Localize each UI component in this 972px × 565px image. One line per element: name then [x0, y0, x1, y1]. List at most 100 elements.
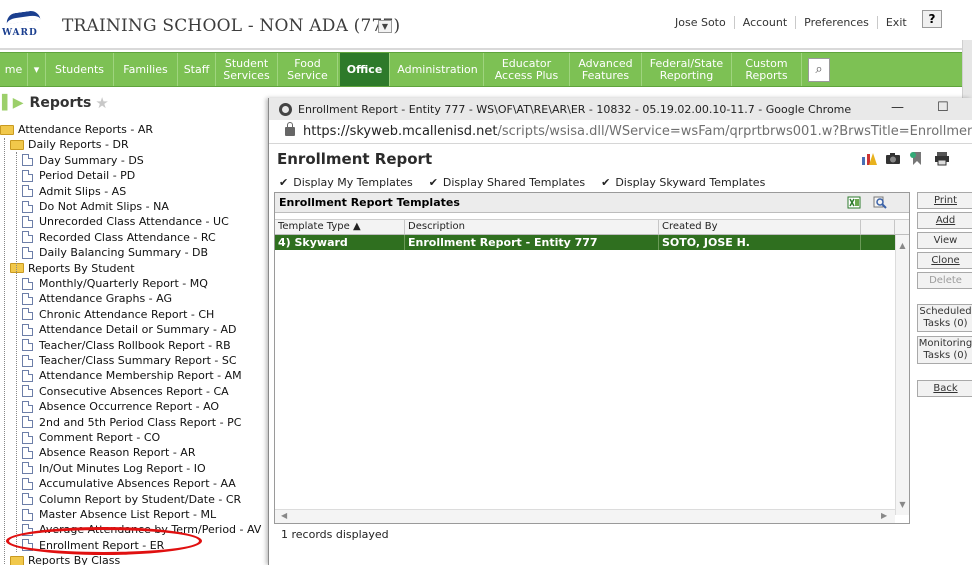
- tree-report-item[interactable]: Master Absence List Report - ML: [22, 507, 216, 522]
- tree-folder[interactable]: Reports By Student: [10, 261, 135, 276]
- camera-icon[interactable]: [885, 151, 901, 166]
- document-icon: [22, 369, 33, 382]
- tree-report-item[interactable]: Comment Report - CO: [22, 430, 160, 445]
- tree-report-item[interactable]: Attendance Membership Report - AM: [22, 368, 242, 383]
- print-icon[interactable]: [934, 151, 950, 166]
- tree-report-item[interactable]: Chronic Attendance Report - CH: [22, 307, 214, 322]
- nav-families[interactable]: Families: [114, 53, 178, 86]
- tree-report-item[interactable]: Do Not Admit Slips - NA: [22, 199, 169, 214]
- school-title[interactable]: TRAINING SCHOOL - NON ADA (777): [62, 16, 400, 36]
- table-row[interactable]: 4) Skyward Enrollment Report - Entity 77…: [275, 235, 895, 250]
- display-skyward-templates-checkbox[interactable]: ✔ Display Skyward Templates: [601, 176, 765, 189]
- tree-item-label: Admit Slips - AS: [39, 184, 127, 198]
- window-title: Enrollment Report - Entity 777 - WS\OF\A…: [298, 102, 852, 116]
- grid-vertical-scrollbar[interactable]: ▲ ▼: [895, 235, 909, 515]
- display-my-templates-checkbox[interactable]: ✔ Display My Templates: [279, 176, 413, 189]
- help-button[interactable]: ?: [922, 10, 942, 28]
- col-description-header[interactable]: Description: [405, 220, 659, 234]
- nav-educator-access-plus[interactable]: Educator Access Plus: [484, 53, 570, 86]
- nav-advanced-features[interactable]: Advanced Features: [570, 53, 642, 86]
- tree-folder[interactable]: Daily Reports - DR: [10, 137, 129, 152]
- user-name-link[interactable]: Jose Soto: [667, 16, 734, 29]
- tree-report-item[interactable]: Recorded Class Attendance - RC: [22, 230, 216, 245]
- nav-students[interactable]: Students: [46, 53, 114, 86]
- maximize-button[interactable]: ☐: [937, 100, 949, 115]
- tree-report-item[interactable]: Admit Slips - AS: [22, 184, 126, 199]
- tree-report-item[interactable]: Absence Reason Report - AR: [22, 445, 195, 460]
- document-icon: [22, 185, 33, 198]
- arrow-right-icon: ▌▶: [2, 95, 24, 111]
- tree-report-item[interactable]: Consecutive Absences Report - CA: [22, 384, 229, 399]
- tree-report-item[interactable]: Period Detail - PD: [22, 168, 135, 183]
- reports-title-text: Reports: [29, 95, 92, 111]
- tree-item-label: Reports By Class: [28, 554, 121, 565]
- checkbox-label: Display Skyward Templates: [615, 175, 766, 189]
- tree-report-item[interactable]: Day Summary - DS: [22, 153, 144, 168]
- chrome-icon: [279, 102, 292, 116]
- scroll-down-icon[interactable]: ▼: [896, 500, 909, 509]
- grid-horizontal-scrollbar[interactable]: ◀ ▶: [275, 509, 895, 523]
- col-template-type-header[interactable]: Template Type ▲: [275, 220, 405, 234]
- tree-report-item[interactable]: In/Out Minutes Log Report - IO: [22, 461, 206, 476]
- nav-staff[interactable]: Staff: [178, 53, 216, 86]
- tree-item-label: Attendance Membership Report - AM: [39, 369, 242, 383]
- back-button[interactable]: Back: [917, 380, 972, 397]
- nav-student-services[interactable]: Student Services: [216, 53, 278, 86]
- nav-food-service[interactable]: Food Service: [278, 53, 338, 86]
- tree-report-item[interactable]: Teacher/Class Summary Report - SC: [22, 353, 237, 368]
- window-titlebar[interactable]: Enrollment Report - Entity 777 - WS\OF\A…: [269, 98, 972, 120]
- add-button[interactable]: Add: [917, 212, 972, 229]
- document-icon: [22, 508, 33, 521]
- tree-report-item[interactable]: Daily Balancing Summary - DB: [22, 245, 208, 260]
- display-shared-templates-checkbox[interactable]: ✔ Display Shared Templates: [429, 176, 585, 189]
- monitoring-tasks-button[interactable]: Monitoring Tasks (0): [917, 336, 972, 364]
- tree-item-label: Absence Occurrence Report - AO: [39, 400, 220, 414]
- clone-button[interactable]: Clone: [917, 252, 972, 269]
- search-icon[interactable]: ⌕: [808, 58, 830, 82]
- tree-report-item[interactable]: Unrecorded Class Attendance - UC: [22, 214, 229, 229]
- nav-office[interactable]: Office: [340, 53, 390, 86]
- tree-report-item[interactable]: Column Report by Student/Date - CR: [22, 492, 241, 507]
- tree-report-item[interactable]: Accumulative Absences Report - AA: [22, 476, 236, 491]
- delete-button[interactable]: Delete: [917, 272, 972, 289]
- tree-report-item[interactable]: Attendance Detail or Summary - AD: [22, 322, 236, 337]
- tree-report-item[interactable]: Absence Occurrence Report - AO: [22, 399, 219, 414]
- nav-dropdown-icon[interactable]: ▾: [28, 53, 46, 86]
- star-icon[interactable]: ★: [95, 94, 108, 112]
- chevron-down-icon[interactable]: ▼: [378, 20, 392, 33]
- bookmark-icon[interactable]: [909, 151, 925, 166]
- scroll-left-icon[interactable]: ◀: [281, 511, 287, 520]
- nav-home[interactable]: me: [0, 53, 28, 86]
- reports-tree-panel: ▌▶ Reports ★ Attendance Reports - AR Dail…: [0, 88, 268, 565]
- alert-chart-icon[interactable]: [861, 151, 877, 166]
- exit-link[interactable]: Exit: [876, 15, 915, 29]
- document-icon: [22, 493, 33, 506]
- scroll-up-icon[interactable]: ▲: [896, 241, 909, 250]
- tree-report-item[interactable]: 2nd and 5th Period Class Report - PC: [22, 415, 241, 430]
- zoom-icon[interactable]: [873, 196, 887, 209]
- view-button[interactable]: View: [917, 232, 972, 249]
- export-excel-icon[interactable]: [847, 196, 861, 209]
- scroll-right-icon[interactable]: ▶: [881, 511, 887, 520]
- col-created-by-header[interactable]: Created By: [659, 220, 861, 234]
- nav-custom-reports[interactable]: Custom Reports: [732, 53, 802, 86]
- tree-report-item[interactable]: Attendance Graphs - AG: [22, 291, 172, 306]
- tree-folder[interactable]: Attendance Reports - AR: [0, 122, 153, 137]
- tree-connector: [16, 152, 17, 552]
- created-by-cell: SOTO, JOSE H.: [659, 235, 861, 250]
- document-icon: [22, 339, 33, 352]
- document-icon: [22, 446, 33, 459]
- address-bar[interactable]: https://skyweb.mcallenisd.net/scripts/ws…: [269, 120, 972, 144]
- report-header: Enrollment Report: [269, 145, 972, 172]
- tree-item-label: Daily Reports - DR: [28, 138, 129, 152]
- minimize-button[interactable]: —: [891, 100, 904, 115]
- print-button[interactable]: Print: [917, 192, 972, 209]
- nav-administration[interactable]: Administration: [392, 53, 484, 86]
- preferences-link[interactable]: Preferences: [795, 15, 877, 29]
- nav-federal-state-reporting[interactable]: Federal/State Reporting: [642, 53, 732, 86]
- tree-report-item[interactable]: Monthly/Quarterly Report - MQ: [22, 276, 208, 291]
- tree-report-item[interactable]: Teacher/Class Rollbook Report - RB: [22, 338, 231, 353]
- print-button-label: Print: [933, 194, 957, 206]
- account-link[interactable]: Account: [733, 15, 795, 29]
- scheduled-tasks-button[interactable]: Scheduled Tasks (0): [917, 304, 972, 332]
